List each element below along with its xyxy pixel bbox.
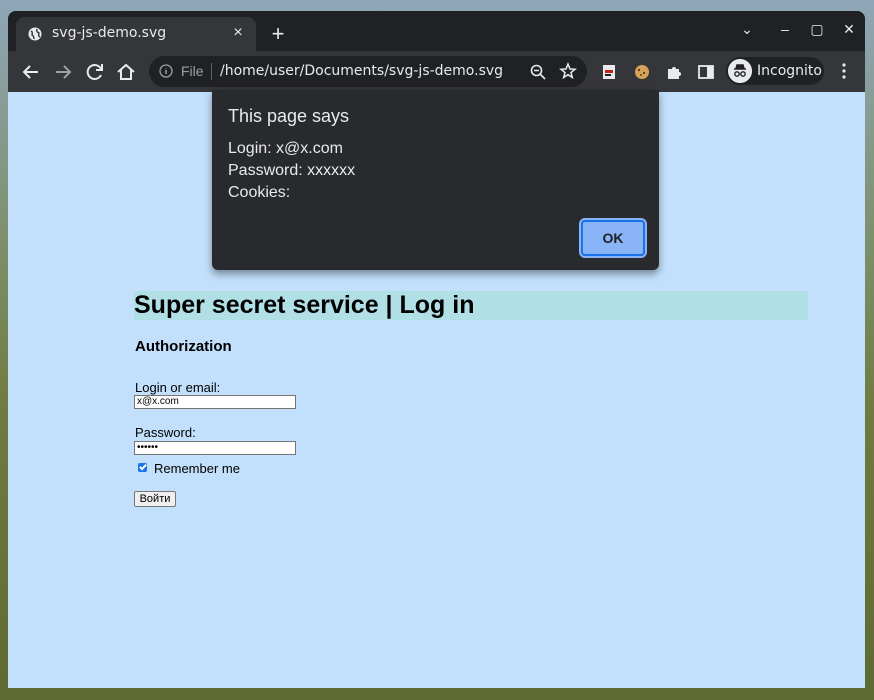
password-input[interactable]: •••••• bbox=[134, 441, 296, 455]
zoom-out-icon[interactable] bbox=[529, 63, 547, 81]
maximize-button[interactable]: ▢ bbox=[805, 21, 829, 43]
more-menu-icon[interactable] bbox=[834, 61, 854, 81]
alert-dialog: This page says Login: x@x.com Password: … bbox=[212, 90, 659, 270]
url-text[interactable]: /home/user/Documents/svg-js-demo.svg bbox=[220, 63, 503, 79]
back-icon[interactable] bbox=[18, 59, 44, 85]
new-tab-button[interactable]: + bbox=[266, 23, 290, 47]
close-window-button[interactable]: ✕ bbox=[837, 21, 861, 43]
browser-toolbar: File /home/user/Documents/svg-js-demo.sv… bbox=[8, 51, 865, 92]
globe-icon bbox=[28, 27, 42, 41]
login-label: Login or email: bbox=[135, 380, 221, 395]
dialog-title: This page says bbox=[228, 106, 350, 126]
browser-window: svg-js-demo.svg × + ⌄ – ▢ ✕ File /home/u… bbox=[8, 11, 865, 688]
dialog-line-cookies: Cookies: bbox=[228, 184, 291, 201]
page-title: Super secret service | Log in bbox=[134, 291, 808, 320]
minimize-button[interactable]: – bbox=[773, 21, 797, 43]
side-panel-icon[interactable] bbox=[696, 62, 716, 82]
bookmark-star-icon[interactable] bbox=[559, 62, 577, 80]
dialog-line-login: Login: x@x.com bbox=[228, 140, 343, 157]
cookie-icon[interactable] bbox=[632, 62, 652, 82]
section-heading: Authorization bbox=[135, 338, 232, 355]
incognito-icon bbox=[728, 59, 752, 83]
extension-cookie-editor-icon[interactable] bbox=[600, 62, 620, 82]
tab-active[interactable]: svg-js-demo.svg × bbox=[16, 17, 256, 51]
dialog-ok-button[interactable]: OK bbox=[579, 218, 647, 258]
login-input[interactable]: x@x.com bbox=[134, 395, 296, 409]
home-icon[interactable] bbox=[113, 59, 139, 85]
url-separator bbox=[211, 63, 212, 80]
tab-close-icon[interactable]: × bbox=[228, 23, 248, 43]
forward-icon[interactable] bbox=[50, 59, 76, 85]
tab-title: svg-js-demo.svg bbox=[52, 25, 167, 41]
address-bar[interactable]: File /home/user/Documents/svg-js-demo.sv… bbox=[149, 56, 587, 87]
login-submit-button[interactable]: Войти bbox=[134, 491, 176, 507]
info-icon[interactable] bbox=[159, 64, 173, 78]
remember-me-checkbox[interactable] bbox=[138, 463, 147, 472]
extensions-puzzle-icon[interactable] bbox=[664, 62, 684, 82]
remember-me-label: Remember me bbox=[154, 461, 240, 476]
dialog-line-password: Password: xxxxxx bbox=[228, 162, 356, 179]
tab-search-icon[interactable]: ⌄ bbox=[735, 21, 759, 43]
incognito-profile-button[interactable]: Incognito bbox=[726, 57, 824, 85]
tab-strip: svg-js-demo.svg × + ⌄ – ▢ ✕ bbox=[8, 11, 865, 51]
url-scheme-label: File bbox=[181, 63, 204, 79]
password-label: Password: bbox=[135, 425, 196, 440]
reload-icon[interactable] bbox=[82, 59, 108, 85]
incognito-label: Incognito bbox=[757, 63, 822, 79]
